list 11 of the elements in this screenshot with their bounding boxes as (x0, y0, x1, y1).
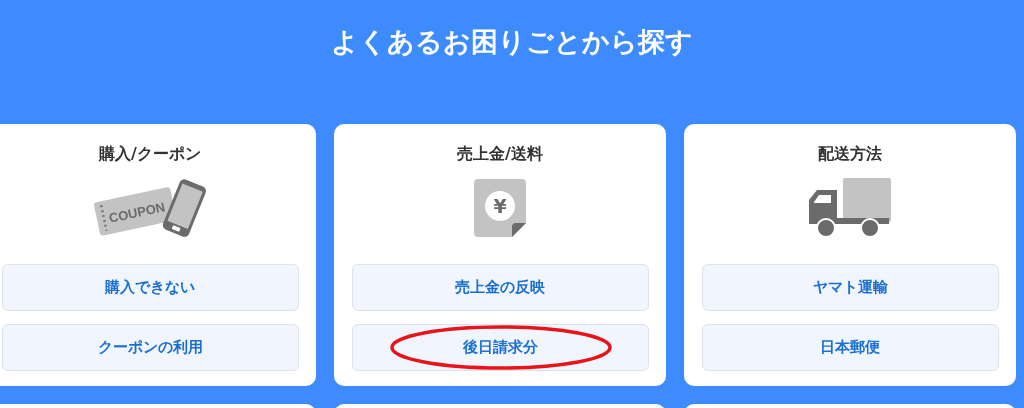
topic-button[interactable]: クーポンの利用 (1, 324, 299, 371)
card-title: 配送方法 (818, 143, 882, 165)
card-title: 購入/クーポン (99, 143, 201, 165)
topic-button[interactable]: 売上金の反映 (351, 264, 649, 311)
topic-button[interactable]: 購入できない (1, 264, 299, 311)
section-heading: よくあるお困りごとから探す (331, 25, 693, 59)
card-title: 売上金/送料 (457, 143, 543, 165)
topic-button[interactable]: 日本郵便 (701, 324, 999, 371)
truck-icon (809, 178, 891, 238)
yen-document-icon: ¥ (474, 179, 526, 237)
topic-button[interactable]: ヤマト運輸 (701, 264, 999, 311)
